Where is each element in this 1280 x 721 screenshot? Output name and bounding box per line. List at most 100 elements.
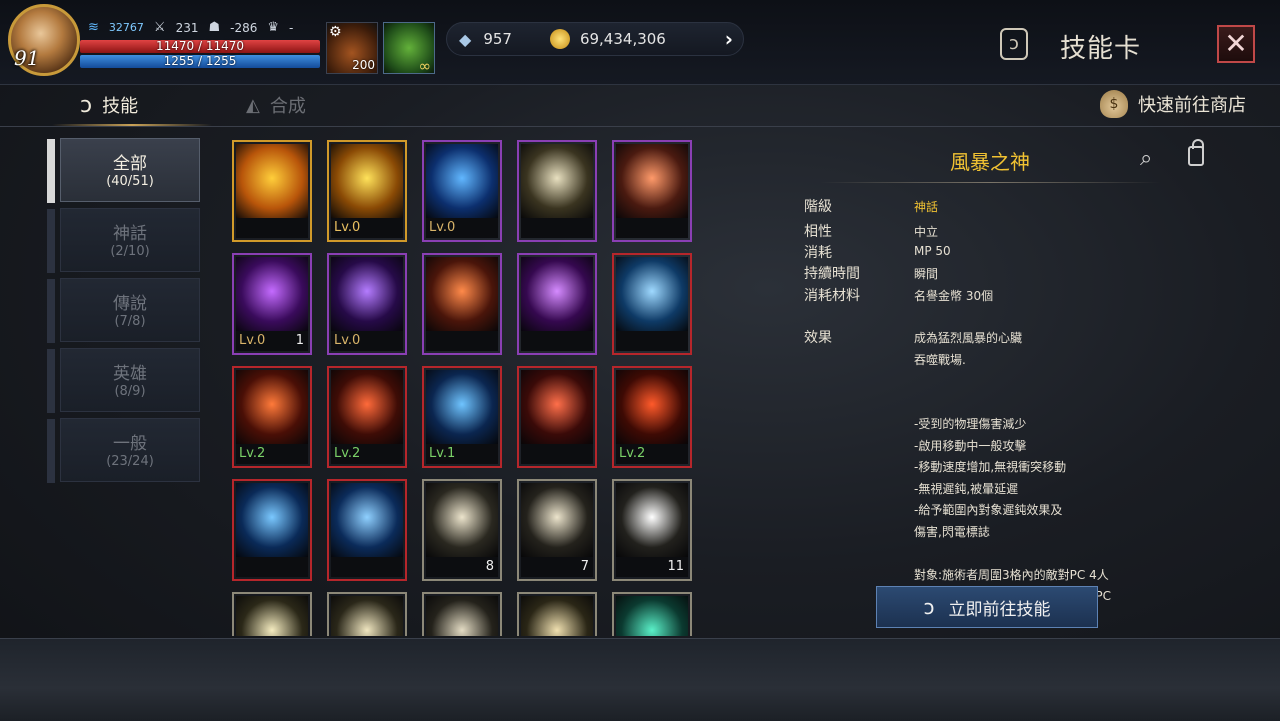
detail-label: 消耗 — [804, 245, 832, 261]
skill-card-art — [616, 144, 688, 220]
detail-value: 神話 — [914, 200, 939, 214]
skill-card[interactable]: Lv.0 — [327, 140, 407, 242]
category-count: (23/24) — [106, 454, 154, 469]
skill-card-footer — [616, 218, 688, 238]
currency-panel[interactable]: ◆ 957 69,434,306 › — [446, 22, 744, 56]
category-count: (8/9) — [114, 384, 146, 399]
skill-card-footer: Lv.2 — [236, 444, 308, 464]
skill-card[interactable] — [612, 253, 692, 355]
skill-card-footer: Lv.2 — [331, 444, 403, 464]
skill-card-art — [616, 596, 688, 636]
skill-card[interactable] — [327, 479, 407, 581]
skill-card[interactable]: Lv.2 — [612, 366, 692, 468]
skill-card[interactable] — [517, 592, 597, 636]
skill-card[interactable]: Lv.0 — [422, 140, 502, 242]
magnifier-icon[interactable]: ⌕ — [1140, 146, 1152, 171]
detail-label: 階級 — [804, 199, 832, 215]
go-to-skill-button[interactable]: ↄ 立即前往技能 — [876, 586, 1098, 628]
gem-icon: ◆ — [459, 29, 472, 49]
attack-value: 231 — [175, 20, 199, 35]
skill-card[interactable] — [327, 592, 407, 636]
skill-card-footer — [236, 218, 308, 238]
skill-card-art — [521, 596, 593, 636]
category-name: 神話 — [113, 224, 147, 244]
skill-card[interactable] — [232, 592, 312, 636]
skill-card[interactable] — [232, 140, 312, 242]
skill-card[interactable]: 7 — [517, 479, 597, 581]
skill-card-count: 8 — [485, 559, 494, 574]
skill-card-art — [236, 483, 308, 559]
skill-card[interactable]: 8 — [422, 479, 502, 581]
skill-card-art — [331, 483, 403, 559]
swirl-icon: ↄ — [923, 595, 935, 619]
skill-card[interactable] — [517, 366, 597, 468]
skill-card-footer — [521, 331, 593, 351]
category-hero[interactable]: 英雄 (8/9) — [47, 348, 200, 413]
skill-card[interactable]: 11 — [612, 479, 692, 581]
effect-label: 效果 — [804, 330, 832, 346]
skill-card-art — [521, 144, 593, 220]
detail-value: 中立 — [914, 225, 939, 239]
skill-card[interactable] — [422, 592, 502, 636]
skill-card[interactable] — [612, 140, 692, 242]
tab-compose[interactable]: ◭ 合成 — [246, 92, 306, 118]
skill-card-footer: Lv.0 — [331, 218, 403, 238]
skill-card-footer: 8 — [426, 557, 498, 577]
skill-card[interactable] — [422, 253, 502, 355]
close-button[interactable]: ✕ — [1217, 25, 1255, 63]
skill-card[interactable]: Lv.2 — [327, 366, 407, 468]
trophy-icon: ♛ — [267, 20, 280, 35]
skill-card[interactable]: Lv.0 — [327, 253, 407, 355]
skill-card-level: Lv.2 — [619, 446, 646, 461]
skill-card[interactable] — [612, 592, 692, 636]
category-mythic[interactable]: 神話 (2/10) — [47, 208, 200, 273]
tab-compose-label: 合成 — [269, 96, 306, 117]
skill-card[interactable] — [517, 253, 597, 355]
skill-card-footer — [236, 557, 308, 577]
skill-card[interactable]: Lv.1 — [422, 366, 502, 468]
skill-card[interactable] — [232, 479, 312, 581]
category-marker — [47, 279, 55, 343]
skill-card-count: 1 — [295, 333, 304, 348]
trophy-value: - — [289, 20, 294, 35]
skill-detail-panel: 風暴之神 ⌕ 階級 神話 相性 中立 消耗 MP 50 持續時間 瞬間 消耗材料… — [760, 132, 1256, 636]
detail-value: MP 50 — [914, 244, 951, 258]
skill-card-footer: Lv.2 — [616, 444, 688, 464]
skill-card-art — [426, 257, 498, 333]
skill-card-footer: 11 — [616, 557, 688, 577]
skill-card-art — [331, 596, 403, 636]
tab-skill[interactable]: ↄ 技能 — [80, 92, 138, 118]
skill-card-art — [236, 370, 308, 446]
skill-card[interactable]: Lv.2 — [232, 366, 312, 468]
power-icon: ≋ — [88, 20, 99, 35]
skill-card[interactable] — [517, 140, 597, 242]
skill-card-art — [521, 483, 593, 559]
skill-card[interactable]: Lv.0 1 — [232, 253, 312, 355]
category-legend[interactable]: 傳說 (7/8) — [47, 278, 200, 343]
potion-slot[interactable]: ⚙ 200 — [326, 22, 378, 74]
category-marker — [47, 349, 55, 413]
page-title: 技能卡 — [1060, 34, 1142, 64]
skill-card-art — [331, 370, 403, 446]
category-count: (2/10) — [110, 244, 150, 259]
category-name: 全部 — [113, 154, 147, 174]
lock-icon[interactable] — [1188, 139, 1204, 166]
skill-card-art — [426, 596, 498, 636]
category-name: 一般 — [113, 434, 147, 454]
leaf-slot[interactable]: ∞ — [383, 22, 435, 75]
tab-active-underline — [52, 124, 212, 126]
category-normal[interactable]: 一般 (23/24) — [47, 418, 200, 483]
quick-shop-button[interactable]: $ 快速前往商店 — [1100, 90, 1246, 118]
skill-card-art — [426, 483, 498, 559]
category-all[interactable]: 全部 (40/51) — [47, 138, 200, 203]
infinity-count: ∞ — [418, 57, 432, 75]
skill-card-level: Lv.0 — [334, 333, 361, 348]
chevron-right-icon[interactable]: › — [725, 27, 733, 51]
gem-value: 957 — [483, 30, 512, 48]
gold-coin-icon — [549, 29, 570, 49]
skill-card-art — [331, 257, 403, 333]
helmet-icon: ☗ — [208, 20, 221, 35]
category-count: (40/51) — [106, 174, 154, 189]
skill-card-footer — [521, 218, 593, 238]
category-marker — [47, 209, 55, 273]
